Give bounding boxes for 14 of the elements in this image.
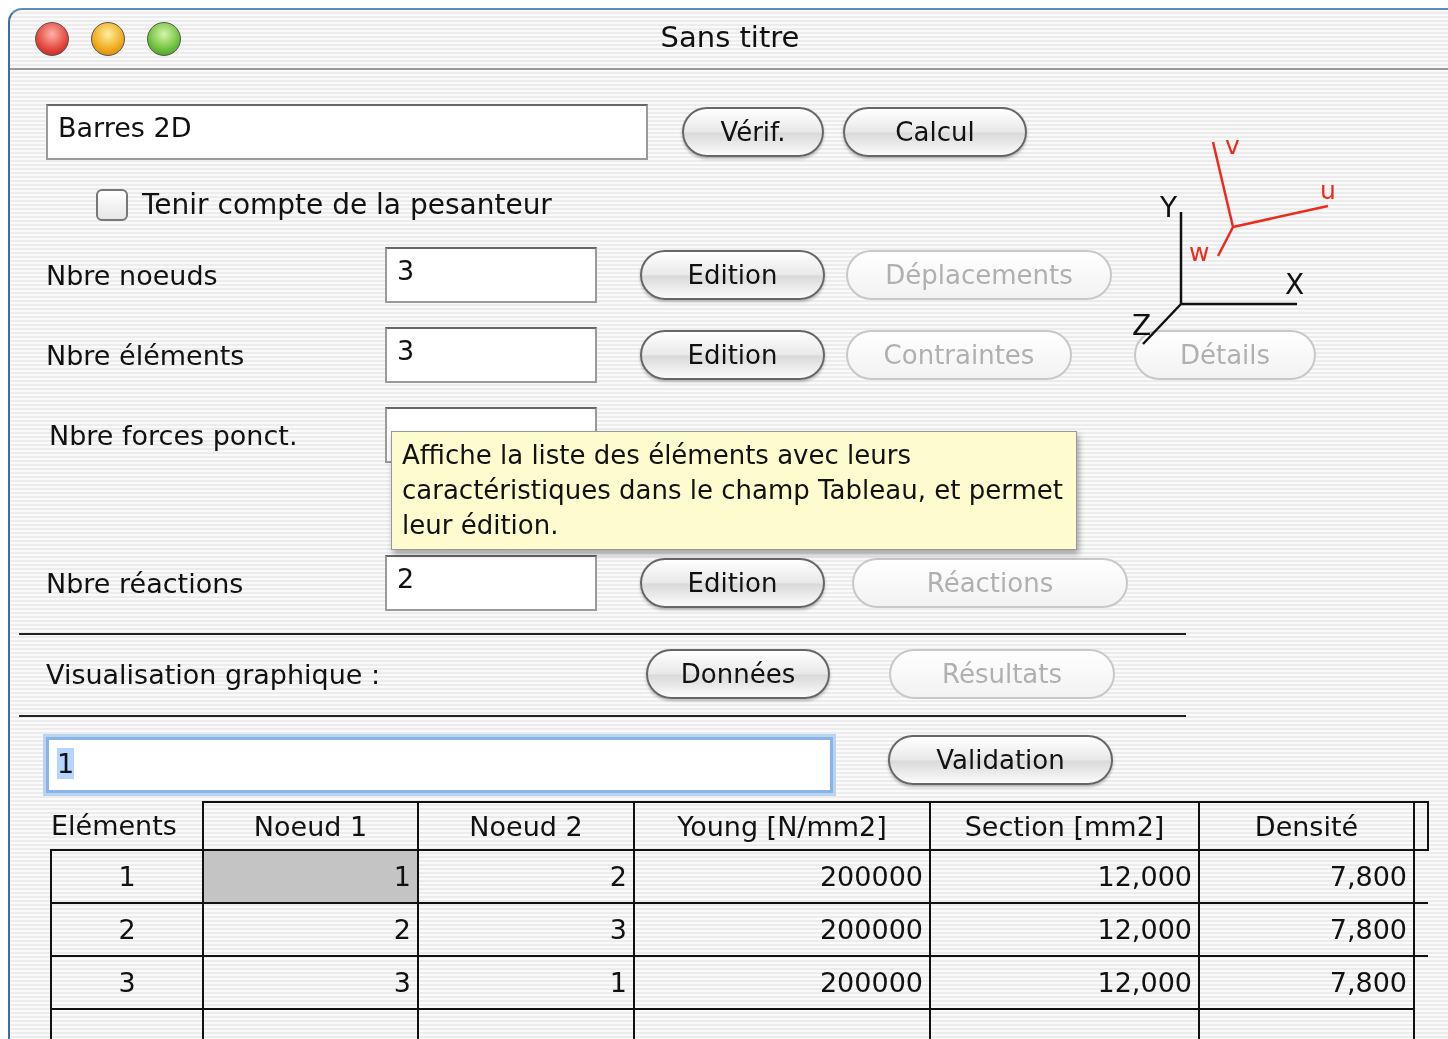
window-title: Sans titre <box>660 20 800 54</box>
checkbox-label: Tenir compte de la pesanteur <box>142 188 552 221</box>
row-header-title: Eléments <box>51 802 203 850</box>
axis-label: v <box>1225 131 1240 160</box>
axis-label: w <box>1189 238 1210 267</box>
axis-label: u <box>1320 176 1336 205</box>
field-label: Nbre réactions <box>46 567 245 599</box>
axis-label: Y <box>1160 191 1178 224</box>
section-label: Visualisation graphique : <box>46 658 382 690</box>
field-label: Nbre forces ponct. <box>49 419 299 451</box>
tooltip: Affiche la liste des éléments avec leurs caractéristiques dans le champ Tableau, et permet leur édition. <box>391 431 1077 550</box>
field-label: Nbre éléments <box>46 339 246 371</box>
field-label: Nbre noeuds <box>46 259 219 291</box>
axis-label: X <box>1285 268 1305 301</box>
